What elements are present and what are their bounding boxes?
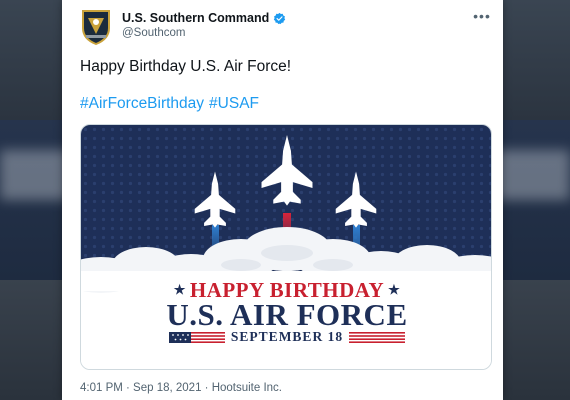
- flag-stripes-right: [349, 331, 406, 343]
- hashtag-row: #AirForceBirthday #USAF: [80, 95, 259, 113]
- tweet-timestamp[interactable]: 4:01 PM · Sep 18, 2021 · Hootsuite Inc.: [80, 382, 282, 394]
- display-name[interactable]: U.S. Southern Command: [122, 11, 269, 25]
- star-icon: ★: [388, 282, 401, 297]
- verified-badge-icon: [274, 12, 286, 24]
- more-horizontal-icon[interactable]: •••: [473, 8, 491, 24]
- avatar[interactable]: [80, 8, 112, 46]
- banner-date-row: SEPTEMBER 18: [81, 329, 491, 345]
- handle[interactable]: @Southcom: [122, 27, 185, 39]
- flag-stripes-left: [168, 331, 225, 343]
- name-row: U.S. Southern Command: [122, 10, 286, 26]
- star-icon: ★: [173, 282, 186, 297]
- tweet-text: Happy Birthday U.S. Air Force!: [80, 58, 292, 75]
- banner-line-2: U.S. AIR FORCE: [166, 297, 408, 332]
- hashtag-link[interactable]: #AirForceBirthday: [80, 95, 204, 113]
- tweet-card[interactable]: U.S. Southern Command @Southcom ••• Happ…: [62, 0, 503, 400]
- southcom-crest-icon: [82, 10, 110, 46]
- hashtag-link[interactable]: #USAF: [209, 95, 259, 113]
- banner-date: SEPTEMBER 18: [230, 329, 344, 344]
- tweet-media-image[interactable]: ★ HAPPY BIRTHDAY ★ U.S. AIR FORCE SEPTEMBE…: [80, 124, 492, 370]
